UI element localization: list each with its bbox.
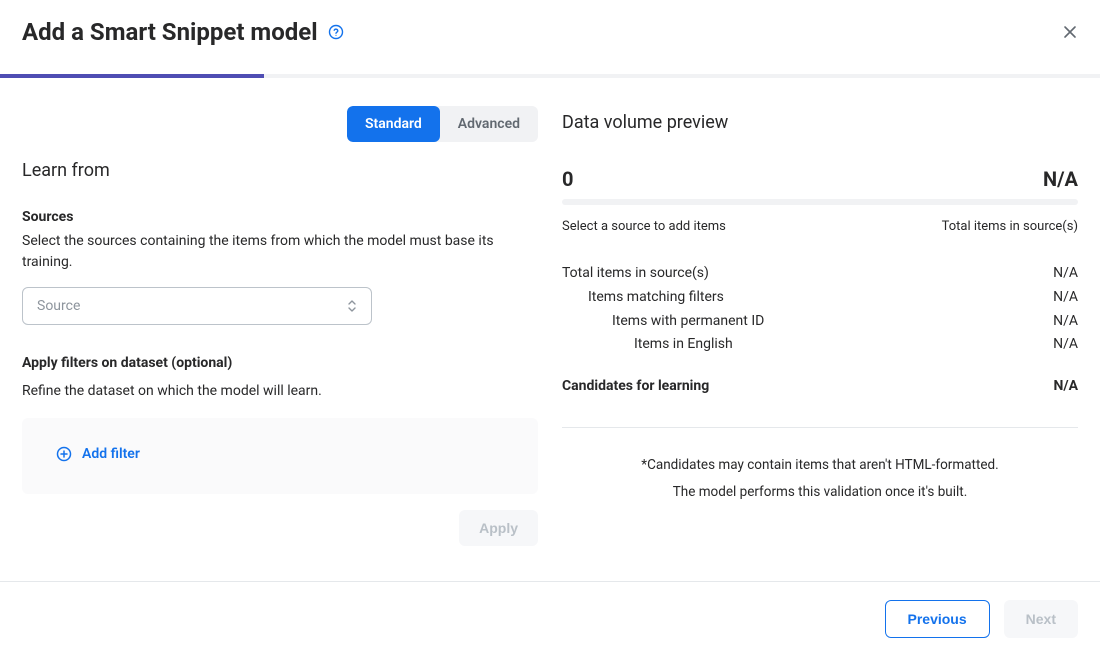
preview-row: Items matching filters N/A bbox=[562, 286, 1078, 310]
sources-help: Select the sources containing the items … bbox=[22, 231, 538, 273]
next-button[interactable]: Next bbox=[1004, 600, 1078, 638]
preview-row-value: N/A bbox=[1053, 286, 1078, 310]
source-select[interactable]: Source bbox=[22, 287, 372, 325]
preview-row: Items in English N/A bbox=[562, 333, 1078, 357]
apply-button[interactable]: Apply bbox=[459, 510, 538, 546]
tab-group: Standard Advanced bbox=[347, 106, 538, 142]
preview-row-value: N/A bbox=[1053, 262, 1078, 286]
page-title: Add a Smart Snippet model bbox=[22, 18, 344, 46]
chevron-updown-icon bbox=[347, 299, 357, 313]
preview-row-label: Items matching filters bbox=[562, 286, 724, 310]
preview-zero: 0 bbox=[562, 167, 573, 191]
preview-title: Data volume preview bbox=[562, 112, 1078, 133]
preview-top-row: 0 N/A bbox=[562, 167, 1078, 191]
candidates-value: N/A bbox=[1054, 375, 1078, 399]
preview-row-label: Items in English bbox=[562, 333, 733, 357]
tab-advanced[interactable]: Advanced bbox=[440, 106, 538, 142]
preview-note-line: *Candidates may contain items that aren'… bbox=[562, 452, 1078, 479]
help-icon[interactable] bbox=[328, 24, 344, 40]
candidates-row: Candidates for learning N/A bbox=[562, 375, 1078, 399]
sources-label: Sources bbox=[22, 209, 538, 225]
filters-label: Apply filters on dataset (optional) bbox=[22, 355, 538, 371]
preview-row-value: N/A bbox=[1053, 333, 1078, 357]
filter-box: Add filter bbox=[22, 418, 538, 494]
modal-header: Add a Smart Snippet model bbox=[0, 0, 1100, 74]
learn-from-panel: Standard Advanced Learn from Sources Sel… bbox=[22, 78, 550, 546]
candidates-label: Candidates for learning bbox=[562, 375, 709, 399]
preview-rows: Total items in source(s) N/A Items match… bbox=[562, 262, 1078, 399]
plus-circle-icon bbox=[56, 446, 72, 462]
preview-note: *Candidates may contain items that aren'… bbox=[562, 452, 1078, 506]
preview-caption-right: Total items in source(s) bbox=[942, 219, 1078, 234]
preview-row: Total items in source(s) N/A bbox=[562, 262, 1078, 286]
tab-standard[interactable]: Standard bbox=[347, 106, 440, 142]
modal-footer: Previous Next bbox=[0, 581, 1100, 656]
preview-note-line: The model performs this validation once … bbox=[562, 479, 1078, 506]
preview-row: Items with permanent ID N/A bbox=[562, 310, 1078, 334]
tab-group-wrap: Standard Advanced bbox=[22, 78, 538, 160]
add-filter-button[interactable]: Add filter bbox=[56, 446, 140, 462]
add-filter-label: Add filter bbox=[82, 446, 140, 462]
preview-bar bbox=[562, 199, 1078, 205]
source-select-placeholder: Source bbox=[37, 298, 80, 314]
preview-row-value: N/A bbox=[1053, 310, 1078, 334]
page-title-text: Add a Smart Snippet model bbox=[22, 18, 318, 46]
preview-row-label: Total items in source(s) bbox=[562, 262, 709, 286]
preview-na-top: N/A bbox=[1043, 167, 1078, 191]
previous-button[interactable]: Previous bbox=[885, 600, 990, 638]
preview-caption-left: Select a source to add items bbox=[562, 219, 726, 234]
data-volume-panel: Data volume preview 0 N/A Select a sourc… bbox=[550, 78, 1078, 546]
preview-row-label: Items with permanent ID bbox=[562, 310, 764, 334]
filters-help: Refine the dataset on which the model wi… bbox=[22, 381, 538, 402]
close-icon[interactable] bbox=[1062, 24, 1078, 40]
preview-divider bbox=[562, 427, 1078, 428]
learn-from-title: Learn from bbox=[22, 160, 538, 181]
